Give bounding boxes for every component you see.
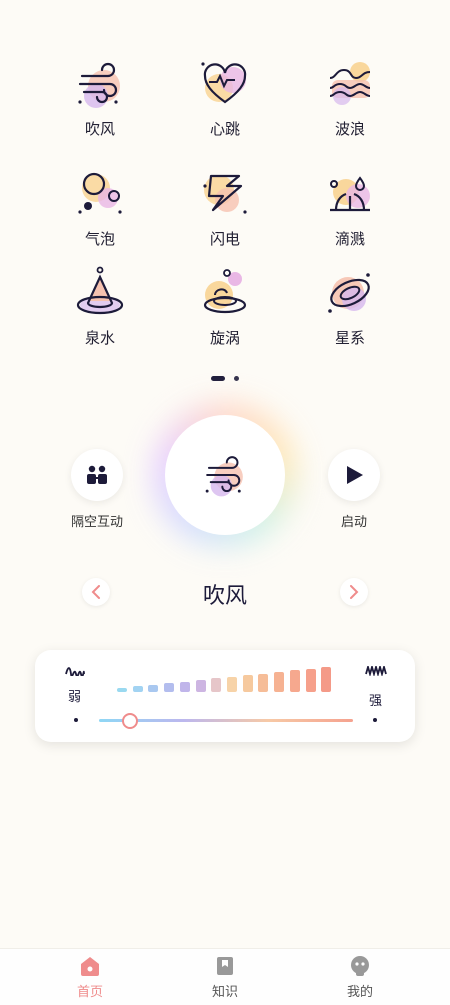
heartbeat-icon [201,62,247,104]
max-dot [373,718,377,722]
mode-label: 滴溅 [334,230,365,248]
spring-icon [76,266,124,315]
tab-profile[interactable]: 我的 [320,955,400,1000]
mode-heartbeat[interactable]: 心跳 [175,56,275,139]
weak-wave-icon [65,667,85,676]
intensity-bar [117,688,127,692]
bookmark-icon [217,957,233,975]
mode-label: 心跳 [209,120,240,138]
tab-home[interactable]: 首页 [50,955,130,1000]
bottom-tab-bar: 首页 知识 我的 [0,948,450,1005]
mode-label: 吹风 [84,120,115,138]
intensity-bar [195,680,206,692]
current-mode-button[interactable] [165,415,285,535]
bubble-icon [78,172,122,214]
remote-interaction-button[interactable] [71,449,123,501]
mode-bubble[interactable]: 气泡 [50,166,150,249]
tab-home-label: 首页 [76,985,103,1000]
mode-label: 星系 [334,329,365,347]
weak-label: 弱 [68,690,82,705]
home-icon [81,957,99,976]
intensity-bar [274,672,285,692]
mode-spring[interactable]: 泉水 [50,265,150,348]
intensity-bar [164,683,175,692]
mode-splash[interactable]: 滴溅 [300,166,400,249]
wave-icon [329,62,371,105]
intensity-bar [179,681,190,692]
mode-wind[interactable]: 吹风 [50,56,150,139]
mode-label: 波浪 [334,120,365,138]
mode-vortex[interactable]: 旋涡 [175,265,275,348]
mode-wave[interactable]: 波浪 [300,56,400,139]
intensity-bar [227,676,237,692]
page-dot [234,376,240,381]
galaxy-icon [328,273,370,313]
intensity-bar [258,673,269,692]
lightning-icon [203,174,247,214]
mode-label: 旋涡 [209,329,240,347]
page-dot-active [210,376,225,381]
intensity-bar [305,668,316,692]
remote-interaction-label: 隔空互动 [70,515,123,530]
intensity-bar [321,667,332,692]
intensity-slider-thumb[interactable] [122,713,139,729]
mode-label: 闪电 [209,230,240,248]
tab-profile-label: 我的 [346,985,373,1000]
wind-icon [205,456,243,497]
splash-icon [330,176,370,212]
current-mode-title: 吹风 [202,584,247,609]
vortex-icon [203,269,247,314]
mode-lightning[interactable]: 闪电 [175,166,275,249]
play-icon [347,466,363,484]
min-dot [74,718,78,722]
strong-wave-icon [365,666,387,676]
intensity-panel: 弱 强 [35,650,415,742]
start-label: 启动 [340,515,367,530]
tab-knowledge-label: 知识 [211,985,238,1000]
mode-galaxy[interactable]: 星系 [300,265,400,348]
intensity-bar [242,675,253,692]
page-indicator[interactable] [0,366,450,385]
intensity-bar [289,670,300,692]
intensity-bar [132,686,143,692]
mode-label: 泉水 [84,329,115,347]
tab-knowledge[interactable]: 知识 [185,955,265,1000]
mode-label: 气泡 [84,230,115,248]
intensity-bars [117,666,337,692]
wind-icon [78,62,120,108]
chevron-right-icon [350,585,359,599]
people-icon [87,465,107,484]
next-mode-button[interactable] [340,578,368,606]
intensity-bar [148,684,159,692]
strong-label: 强 [369,694,383,709]
profile-icon [351,956,369,976]
intensity-bar [211,678,222,692]
start-button[interactable] [328,449,380,501]
